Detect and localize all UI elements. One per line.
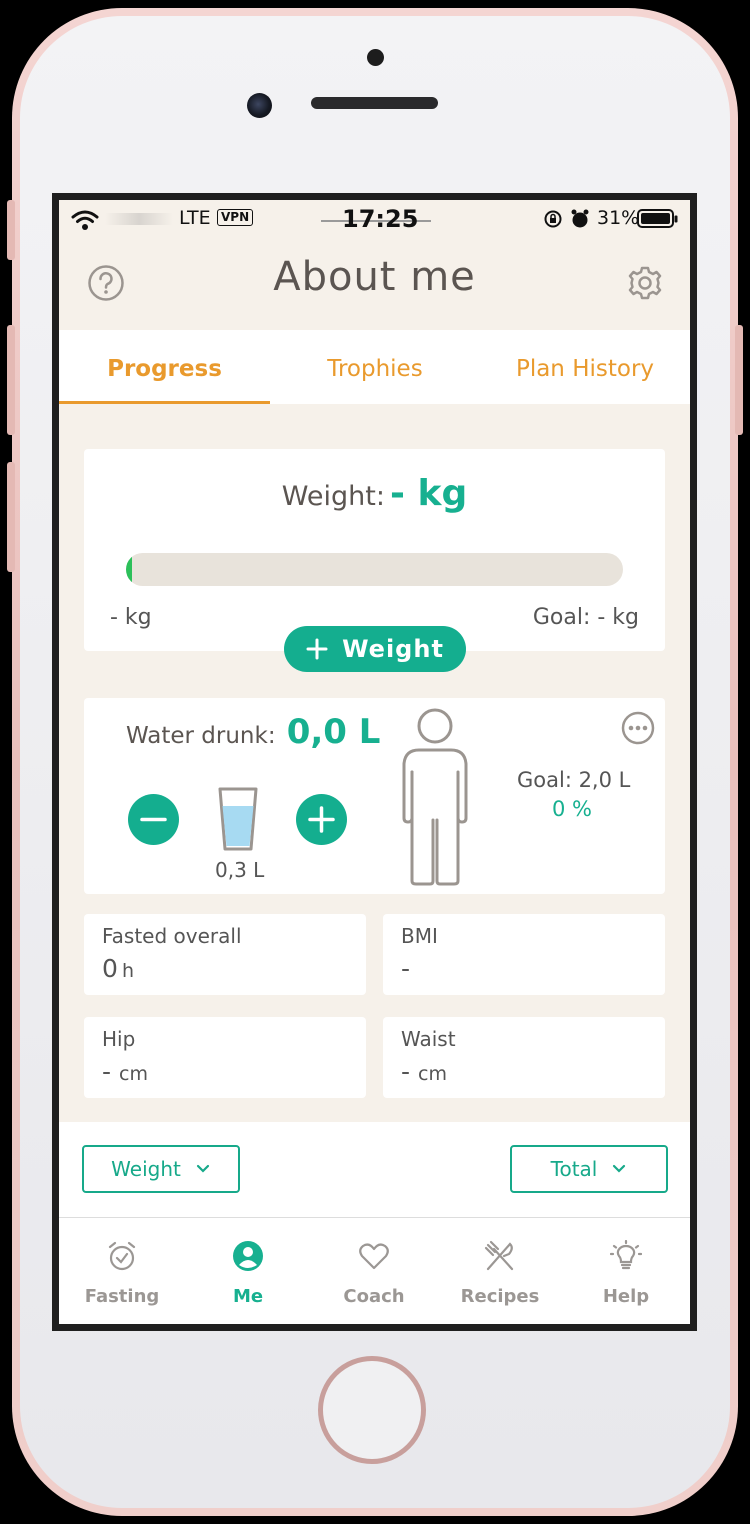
weight-label: Weight:: [281, 481, 385, 512]
stat-unit: h: [122, 960, 135, 982]
home-button[interactable]: [318, 1356, 426, 1464]
rotation-lock-icon: [544, 210, 562, 228]
stat-label: Hip: [102, 1027, 136, 1051]
metric-dropdown[interactable]: Weight: [82, 1145, 240, 1193]
lightbulb-icon: [610, 1240, 642, 1270]
status-time: 17:25: [342, 205, 419, 233]
network-type: LTE: [179, 207, 211, 229]
volume-up-button: [7, 325, 15, 435]
stat-value: -: [401, 1057, 411, 1086]
fork-knife-icon: [484, 1240, 514, 1271]
range-dropdown-value: Total: [550, 1157, 598, 1181]
water-percent: 0 %: [552, 797, 592, 821]
stat-label: Fasted overall: [102, 924, 242, 948]
tab-coach[interactable]: Coach: [311, 1218, 437, 1324]
tab-fasting-label: Fasting: [84, 1286, 160, 1307]
active-tab-indicator: [59, 401, 270, 404]
water-summary: Water drunk: 0,0 L: [126, 712, 380, 752]
tab-trophies[interactable]: Trophies: [270, 356, 480, 382]
add-weight-button[interactable]: Weight: [284, 626, 466, 672]
volume-down-button: [7, 462, 15, 572]
body-figure-icon: [402, 708, 468, 886]
weight-value: - kg: [390, 473, 468, 514]
stat-label: Waist: [401, 1027, 456, 1051]
bottom-tab-bar: Fasting Me Coach Recipes Help: [59, 1217, 690, 1324]
proximity-sensor: [367, 49, 384, 66]
more-options-icon[interactable]: [621, 711, 655, 745]
app-display: LTE VPN 17:25 31% About me Progress Trop…: [59, 200, 690, 1324]
tab-progress[interactable]: Progress: [59, 356, 270, 382]
earpiece-speaker: [311, 97, 438, 109]
stat-value: 0: [102, 954, 118, 983]
plus-icon: [306, 638, 328, 660]
weight-card: Weight: - kg - kg Goal: - kg: [84, 449, 665, 651]
plus-icon: [308, 806, 335, 833]
stat-hip: Hip - cm: [84, 1017, 366, 1098]
add-weight-label: Weight: [342, 635, 444, 663]
stat-fasted-overall: Fasted overall 0 h: [84, 914, 366, 995]
tab-help-label: Help: [602, 1286, 650, 1307]
mute-switch: [7, 200, 15, 260]
power-button: [735, 325, 743, 435]
tab-coach-label: Coach: [343, 1286, 405, 1307]
weight-progress-fill: [126, 553, 132, 586]
stat-unit: cm: [119, 1063, 148, 1085]
stat-label: BMI: [401, 924, 438, 948]
battery-percent: 31%: [597, 207, 640, 229]
battery-icon: [637, 209, 678, 228]
tab-recipes-label: Recipes: [460, 1286, 540, 1307]
status-bar: LTE VPN 17:25 31%: [59, 200, 690, 240]
stat-unit: cm: [418, 1063, 447, 1085]
tab-help[interactable]: Help: [563, 1218, 689, 1324]
water-card: Water drunk: 0,0 L 0,3 L Goal: 2,0 L 0 %: [84, 698, 665, 894]
weight-goal-label: Goal: - kg: [532, 605, 639, 630]
water-glass-icon: [218, 787, 258, 851]
weight-start-label: - kg: [110, 605, 152, 630]
add-water-button[interactable]: [296, 794, 347, 845]
stat-bmi: BMI -: [383, 914, 665, 995]
stat-waist: Waist - cm: [383, 1017, 665, 1098]
weight-progress-track: [126, 553, 623, 586]
metric-dropdown-value: Weight: [111, 1157, 181, 1181]
segment-tabs: Progress Trophies Plan History: [59, 330, 690, 404]
page-title: About me: [273, 254, 476, 300]
chevron-down-icon: [613, 1164, 626, 1173]
tab-recipes[interactable]: Recipes: [437, 1218, 563, 1324]
water-goal-label: Goal: 2,0 L: [517, 768, 631, 792]
tab-plan-history[interactable]: Plan History: [480, 356, 690, 382]
range-dropdown[interactable]: Total: [510, 1145, 668, 1193]
tab-me[interactable]: Me: [185, 1218, 311, 1324]
heart-icon: [359, 1243, 389, 1270]
vpn-badge: VPN: [217, 209, 254, 226]
stat-value: -: [401, 954, 411, 983]
chevron-down-icon: [196, 1164, 209, 1173]
carrier-name-redacted: [105, 213, 173, 225]
front-camera: [247, 93, 272, 118]
weight-summary: Weight: - kg: [84, 473, 665, 514]
wifi-icon: [71, 210, 99, 230]
minus-icon: [140, 817, 167, 822]
water-label: Water drunk:: [126, 723, 276, 749]
user-circle-icon: [233, 1241, 263, 1271]
glass-size-label: 0,3 L: [215, 858, 265, 882]
remove-water-button[interactable]: [128, 794, 179, 845]
alarm-icon: [571, 209, 589, 228]
water-value: 0,0 L: [286, 712, 381, 752]
tab-fasting[interactable]: Fasting: [59, 1218, 185, 1324]
stat-value: -: [102, 1057, 112, 1086]
tab-me-label: Me: [232, 1286, 264, 1307]
alarm-clock-icon: [108, 1241, 136, 1271]
